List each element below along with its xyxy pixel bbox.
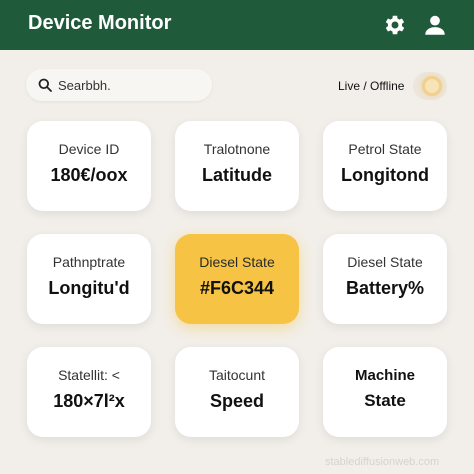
card-label: Diesel State xyxy=(347,254,423,270)
card-label: Machine xyxy=(354,367,415,384)
live-offline-label: Live / Offline xyxy=(338,79,405,93)
app-header: Device Monitor xyxy=(0,0,474,50)
card-diesel-state-highlighted[interactable]: Diesel State #F6C344 xyxy=(175,234,299,324)
card-petrol-state[interactable]: Petrol State Longitond xyxy=(323,121,447,211)
card-value: Battery% xyxy=(345,278,425,298)
watermark-text: stablediffusionweb.com xyxy=(325,456,440,468)
card-value: Longitond xyxy=(341,165,429,185)
card-diesel-state-battery[interactable]: Diesel State Battery% xyxy=(323,234,447,324)
search-bar[interactable] xyxy=(26,69,212,101)
card-satellite[interactable]: Statellit: < 180×7l²x xyxy=(27,347,151,437)
app-title: Device Monitor xyxy=(28,12,172,34)
card-device-id[interactable]: Device ID 180€/oox xyxy=(27,121,151,211)
card-label: Petrol State xyxy=(348,141,422,157)
search-input[interactable] xyxy=(58,75,203,95)
card-value: Latitude xyxy=(202,165,272,185)
card-label: Tralotnone xyxy=(203,141,271,157)
search-icon xyxy=(38,78,52,92)
user-icon[interactable] xyxy=(422,12,448,38)
card-label: Statellit: < xyxy=(58,367,120,383)
gear-icon[interactable] xyxy=(382,12,408,38)
card-value: State xyxy=(364,391,406,410)
card-speed[interactable]: Taitocunt Speed xyxy=(175,347,299,437)
live-offline-toggle[interactable] xyxy=(413,72,447,100)
card-value: Speed xyxy=(209,391,265,411)
card-value: 180×7l²x xyxy=(53,391,125,411)
toggle-knob xyxy=(422,76,442,96)
card-label: Taitocunt xyxy=(208,367,266,383)
card-value: Longitu'd xyxy=(48,278,130,298)
card-label: Pathnptrate xyxy=(52,254,126,270)
card-label: Device ID xyxy=(58,141,120,157)
card-latitude[interactable]: Tralotnone Latitude xyxy=(175,121,299,211)
card-value: #F6C344 xyxy=(199,278,275,298)
card-longitude[interactable]: Pathnptrate Longitu'd xyxy=(27,234,151,324)
card-machine-state[interactable]: Machine State xyxy=(323,347,447,437)
card-label: Diesel State xyxy=(199,254,275,270)
card-value: 180€/oox xyxy=(50,165,128,185)
